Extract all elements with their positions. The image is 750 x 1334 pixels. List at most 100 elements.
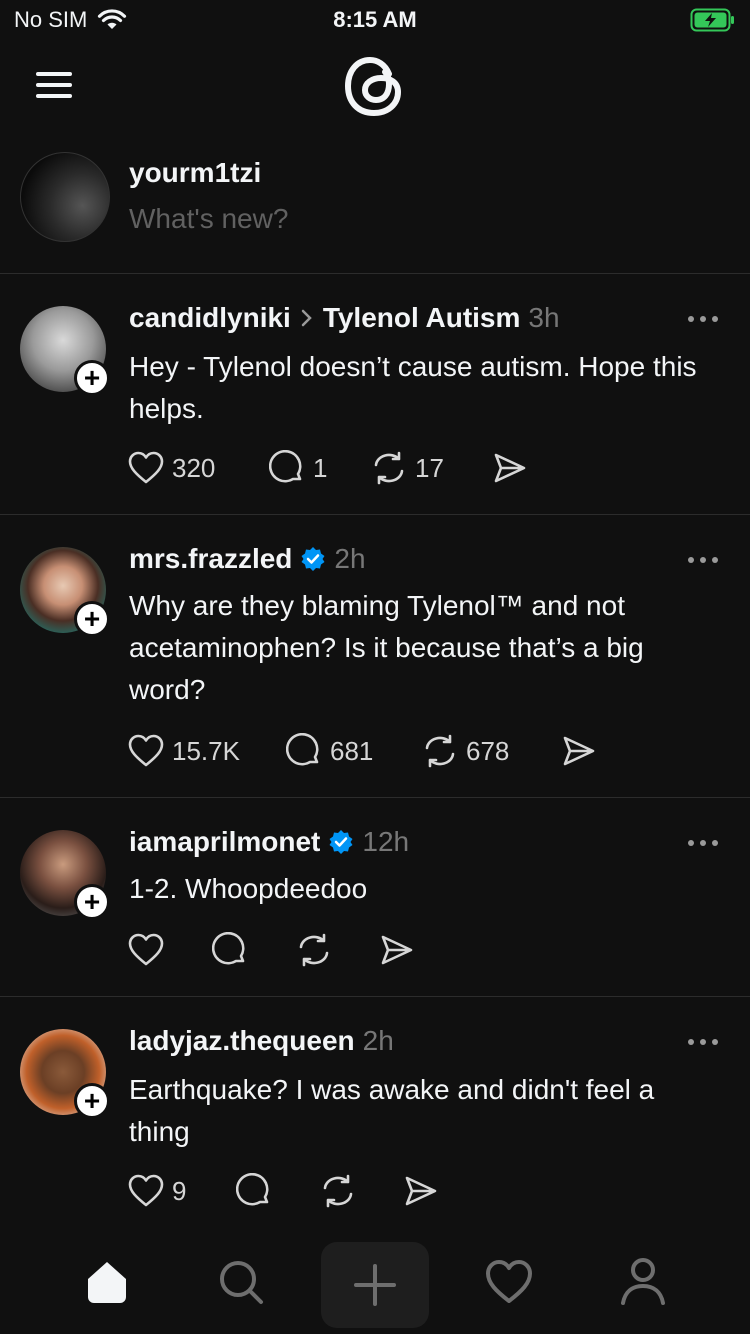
heart-icon <box>486 1260 532 1303</box>
send-icon <box>381 935 413 965</box>
reply-count: 681 <box>330 735 374 766</box>
heart-icon <box>128 1174 164 1207</box>
more-options-icon[interactable] <box>688 838 718 848</box>
reply-button[interactable]: 681 <box>286 733 422 769</box>
post-time: 2h <box>334 543 366 574</box>
reply-button[interactable] <box>212 932 296 968</box>
send-icon <box>405 1176 437 1206</box>
post-avatar[interactable]: + <box>20 830 110 920</box>
follow-button[interactable]: + <box>74 360 110 396</box>
composer-username: yourm1tzi <box>129 157 262 188</box>
comment-icon <box>212 932 245 965</box>
heart-icon <box>128 451 164 484</box>
like-button[interactable]: 9 <box>128 1174 236 1208</box>
post-text: Hey - Tylenol doesn’t cause autism. Hope… <box>129 351 697 424</box>
like-button[interactable]: 320 <box>128 451 269 485</box>
post-avatar[interactable]: + <box>20 547 110 637</box>
repost-icon <box>374 451 404 485</box>
post-avatar[interactable]: + <box>20 306 110 396</box>
reply-button[interactable] <box>236 1173 320 1209</box>
avatar[interactable] <box>20 152 110 242</box>
post-time: 3h <box>528 302 560 333</box>
post-header: iamaprilmonet 12h <box>129 826 409 858</box>
share-button[interactable] <box>562 735 596 767</box>
follow-button[interactable]: + <box>74 884 110 920</box>
chevron-right-icon <box>301 309 312 327</box>
send-icon <box>494 453 526 483</box>
repost-button[interactable] <box>320 1174 404 1208</box>
post-username[interactable]: mrs.frazzled <box>129 543 292 575</box>
menu-button[interactable] <box>36 70 76 100</box>
plus-icon <box>354 1264 396 1306</box>
verified-badge-icon <box>329 830 353 854</box>
comment-icon <box>236 1173 269 1206</box>
like-button[interactable] <box>128 933 212 967</box>
hamburger-line <box>36 83 72 87</box>
search-icon <box>220 1261 263 1304</box>
battery-icon <box>690 8 736 37</box>
post-actions: 320 1 17 <box>128 450 527 486</box>
more-options-icon[interactable] <box>688 1037 718 1047</box>
post[interactable]: + iamaprilmonet 12h 1-2. Whoopdeedoo <box>0 798 750 997</box>
more-options-icon[interactable] <box>688 555 718 565</box>
share-button[interactable] <box>380 934 414 966</box>
follow-button[interactable]: + <box>74 1083 110 1119</box>
post-text: Why are they blaming Tylenol™ and not ac… <box>129 590 644 705</box>
post[interactable]: + mrs.frazzled 2h Why are they blaming T… <box>0 515 750 798</box>
post-header: ladyjaz.thequeen 2h <box>129 1025 394 1057</box>
repost-button[interactable]: 678 <box>422 734 562 768</box>
post-username[interactable]: ladyjaz.thequeen <box>129 1025 355 1057</box>
post-avatar[interactable]: + <box>20 1029 110 1119</box>
nav-search[interactable] <box>211 1252 271 1312</box>
more-options-icon[interactable] <box>688 314 718 324</box>
post[interactable]: + ladyjaz.thequeen 2h Earthquake? I was … <box>0 997 750 1237</box>
reply-button[interactable]: 1 <box>269 450 371 486</box>
send-icon <box>563 736 595 766</box>
follow-button[interactable]: + <box>74 601 110 637</box>
like-count: 320 <box>172 452 216 483</box>
comment-icon <box>286 733 319 766</box>
like-count: 9 <box>172 1175 187 1206</box>
post-time: 12h <box>362 826 410 857</box>
profile-icon <box>621 1258 665 1305</box>
threads-logo[interactable] <box>343 52 407 120</box>
post-header: candidlyniki Tylenol Autism 3h <box>129 302 560 334</box>
hamburger-icon <box>36 72 72 76</box>
home-icon <box>88 1262 126 1303</box>
repost-count: 17 <box>415 452 444 483</box>
share-button[interactable] <box>404 1175 438 1207</box>
comment-icon <box>269 450 302 483</box>
heart-icon <box>128 734 164 767</box>
post-text: 1-2. Whoopdeedoo <box>129 873 368 904</box>
like-count: 15.7K <box>172 735 240 766</box>
composer[interactable]: yourm1tzi What's new? <box>0 140 750 274</box>
post-time: 2h <box>362 1025 394 1056</box>
status-bar: No SIM 8:15 AM <box>0 0 750 40</box>
repost-button[interactable]: 17 <box>371 451 493 485</box>
verified-badge-icon <box>301 547 325 571</box>
nav-activity[interactable] <box>479 1252 539 1312</box>
post-header: mrs.frazzled 2h <box>129 543 366 575</box>
status-time: 8:15 AM <box>333 7 417 32</box>
nav-profile[interactable] <box>613 1252 673 1312</box>
post-actions: 15.7K 681 678 <box>128 733 596 769</box>
post-username[interactable]: candidlyniki <box>129 302 291 334</box>
repost-icon <box>323 1174 353 1208</box>
repost-count: 678 <box>466 735 510 766</box>
share-button[interactable] <box>493 452 527 484</box>
repost-icon <box>425 734 455 768</box>
post[interactable]: + candidlyniki Tylenol Autism 3h Hey - T… <box>0 274 750 515</box>
nav-home[interactable] <box>77 1252 137 1312</box>
like-button[interactable]: 15.7K <box>128 734 286 768</box>
reply-target[interactable]: Tylenol Autism <box>323 302 521 334</box>
post-text: Earthquake? I was awake and didn't feel … <box>129 1074 655 1147</box>
post-username[interactable]: iamaprilmonet <box>129 826 320 858</box>
bottom-nav <box>0 1234 750 1334</box>
composer-input[interactable]: What's new? <box>129 203 288 235</box>
hamburger-line <box>36 94 72 98</box>
reply-count: 1 <box>313 452 328 483</box>
repost-icon <box>299 933 329 967</box>
post-actions: 9 <box>128 1173 438 1209</box>
nav-create[interactable] <box>321 1242 429 1328</box>
repost-button[interactable] <box>296 933 380 967</box>
